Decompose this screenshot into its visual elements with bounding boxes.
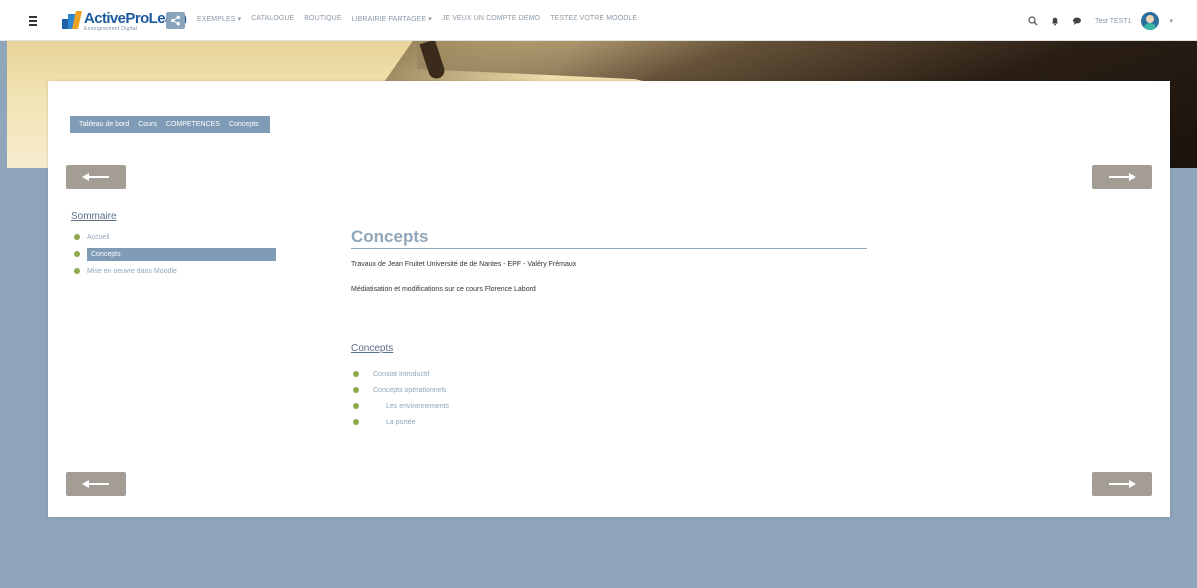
- arrow-left-icon: [82, 173, 109, 181]
- concept-item-constat[interactable]: Constat introductif: [351, 366, 449, 382]
- mediatisation-text: Médiatisation et modifications sur ce co…: [351, 286, 536, 293]
- breadcrumb-item-cours[interactable]: Cours: [138, 121, 157, 128]
- menu-item-exemples[interactable]: EXEMPLES ▾: [197, 15, 241, 23]
- bullet-icon: [74, 251, 80, 257]
- concept-item-label: Constat introductif: [373, 370, 430, 378]
- breadcrumb-item-dashboard[interactable]: Tableau de bord: [79, 121, 129, 128]
- main-menu: EXEMPLES ▾ CATALOGUE BOUTIQUE LIBRAIRIE …: [197, 15, 637, 23]
- authors-text: Travaux de Jean Fruitet Université de de…: [351, 261, 577, 268]
- concept-item-portee[interactable]: La portée: [351, 414, 449, 430]
- sommaire-item-label: Accueil: [87, 234, 110, 241]
- arrow-right-icon: [1109, 480, 1136, 488]
- sommaire-item-concepts[interactable]: Concepts: [71, 246, 276, 263]
- sommaire-title: Sommaire: [71, 211, 117, 222]
- menu-item-compte-demo[interactable]: JE VEUX UN COMPTE DEMO: [442, 15, 540, 23]
- concepts-subtitle: Concepts: [351, 343, 394, 354]
- next-page-button-bottom[interactable]: [1092, 472, 1152, 496]
- top-navbar: ActiveProLearn Enseignement Digital EXEM…: [0, 0, 1197, 41]
- hamburger-menu-icon[interactable]: [22, 12, 44, 30]
- menu-item-catalogue[interactable]: CATALOGUE: [251, 15, 294, 23]
- sommaire-item-label: Mise en oeuvre dans Moodle: [87, 268, 177, 275]
- bullet-icon: [353, 403, 359, 409]
- chat-icon[interactable]: [1071, 15, 1083, 27]
- bell-icon[interactable]: [1049, 15, 1061, 27]
- breadcrumb-item-concepts[interactable]: Concepts: [229, 121, 259, 128]
- concept-item-label: La portée: [386, 418, 416, 426]
- concept-item-label: Concepts opérationnels: [373, 386, 447, 394]
- user-nav: Test TEST1 ▾: [1027, 10, 1173, 32]
- user-menu-caret[interactable]: ▾: [1169, 17, 1173, 25]
- bullet-icon: [74, 268, 80, 274]
- sommaire-item-accueil[interactable]: Accueil: [71, 229, 276, 246]
- menu-item-boutique[interactable]: BOUTIQUE: [304, 15, 341, 23]
- previous-page-button[interactable]: [66, 165, 126, 189]
- course-content-card: Tableau de bord Cours COMPETENCES Concep…: [48, 81, 1170, 517]
- sommaire-item-mise-en-oeuvre[interactable]: Mise en oeuvre dans Moodle: [71, 263, 276, 280]
- menu-item-librairie-partagee[interactable]: LIBRAIRIE PARTAGEE ▾: [352, 15, 432, 23]
- breadcrumb: Tableau de bord Cours COMPETENCES Concep…: [70, 116, 270, 133]
- arrow-left-icon: [82, 480, 109, 488]
- next-page-button[interactable]: [1092, 165, 1152, 189]
- search-icon[interactable]: [1027, 15, 1039, 27]
- sommaire-item-label: Concepts: [87, 248, 276, 261]
- logo-mark-icon: [62, 11, 82, 31]
- previous-page-button-bottom[interactable]: [66, 472, 126, 496]
- avatar[interactable]: [1141, 12, 1160, 30]
- concept-item-environnements[interactable]: Les environnements: [351, 398, 449, 414]
- bullet-icon: [353, 387, 359, 393]
- concept-item-operationnels[interactable]: Concepts opérationnels: [351, 382, 449, 398]
- sommaire-list: Accueil Concepts Mise en oeuvre dans Moo…: [71, 229, 276, 280]
- arrow-right-icon: [1109, 173, 1136, 181]
- sommaire-section: Sommaire: [71, 206, 117, 224]
- bullet-icon: [353, 371, 359, 377]
- bullet-icon: [353, 419, 359, 425]
- menu-item-testez-moodle[interactable]: TESTEZ VOTRE MOODLE: [550, 15, 637, 23]
- concept-item-label: Les environnements: [386, 402, 450, 410]
- breadcrumb-item-competences[interactable]: COMPETENCES: [166, 121, 220, 128]
- page-title: Concepts: [351, 227, 867, 249]
- bullet-icon: [74, 234, 80, 240]
- concepts-list: Constat introductif Concepts opérationne…: [351, 366, 449, 430]
- share-icon: [171, 15, 180, 26]
- user-name[interactable]: Test TEST1: [1095, 18, 1131, 25]
- share-button[interactable]: [166, 12, 185, 29]
